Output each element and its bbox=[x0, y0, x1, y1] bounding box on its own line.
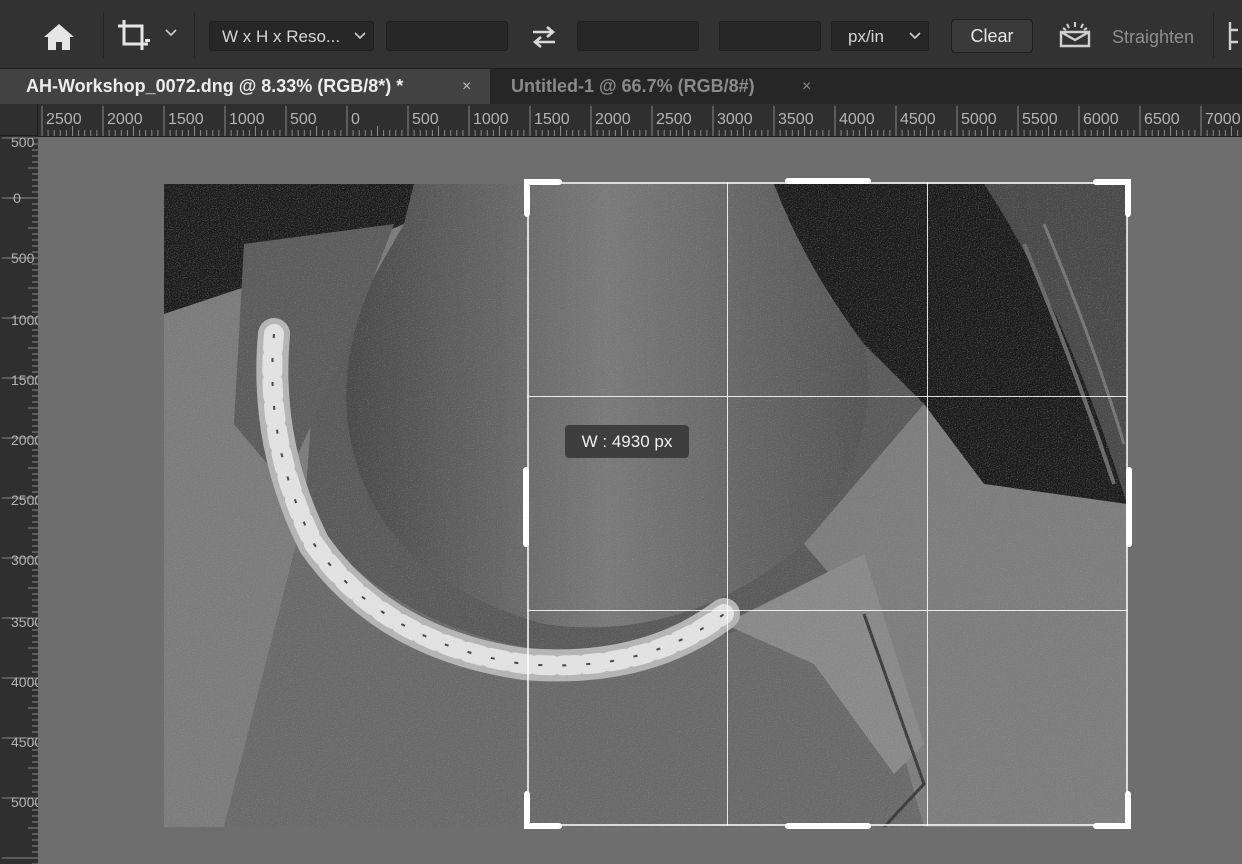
ruler-label: 3500 bbox=[778, 111, 814, 128]
crop-handle-bottom-left[interactable] bbox=[523, 790, 563, 830]
resolution-field[interactable] bbox=[719, 21, 821, 51]
units-value: px/in bbox=[848, 27, 884, 46]
ruler-ticks bbox=[41, 106, 1239, 136]
crop-icon bbox=[118, 20, 150, 50]
ruler-label: 1000 bbox=[229, 111, 265, 128]
ruler-label: 2500 bbox=[46, 111, 82, 128]
toolbar-divider bbox=[194, 12, 195, 58]
ruler-label: 2500 bbox=[11, 492, 38, 508]
home-icon bbox=[44, 24, 74, 50]
straighten-label[interactable]: Straighten bbox=[1112, 27, 1194, 48]
toolbar-divider bbox=[1213, 12, 1214, 58]
document-tab-bar: AH-Workshop_0072.dng @ 8.33% (RGB/8*) * … bbox=[0, 69, 1242, 104]
tab-untitled-1[interactable]: Untitled-1 @ 66.7% (RGB/8#) × bbox=[490, 69, 830, 104]
crop-handle-top-right[interactable] bbox=[1092, 178, 1132, 218]
ruler-label: 4500 bbox=[900, 111, 936, 128]
ruler-label: 1500 bbox=[11, 372, 38, 388]
ruler-label: 500 bbox=[412, 111, 439, 128]
ruler-label: 7000 bbox=[1205, 111, 1241, 128]
crop-grid-line bbox=[927, 182, 928, 826]
crop-size-tooltip: W : 4930 px bbox=[565, 425, 689, 458]
ruler-label: 2000 bbox=[595, 111, 631, 128]
ruler-label: 1000 bbox=[11, 312, 38, 328]
crop-handle-top-left[interactable] bbox=[523, 178, 563, 218]
ruler-label: 1500 bbox=[168, 111, 204, 128]
tab-label: Untitled-1 @ 66.7% (RGB/8#) bbox=[511, 76, 755, 96]
chevron-down-icon bbox=[165, 29, 177, 37]
crop-handle-right[interactable] bbox=[1126, 467, 1132, 547]
ruler-label: 2000 bbox=[11, 432, 38, 448]
horizontal-ruler[interactable]: 2500 2000 1500 1000 500 0 500 1000 1500 … bbox=[38, 104, 1242, 137]
straighten-icon[interactable] bbox=[1058, 20, 1092, 50]
options-bar: W x H x Reso... px/in Clear Straighten bbox=[0, 0, 1242, 69]
ruler-origin[interactable] bbox=[0, 104, 38, 136]
close-icon[interactable]: × bbox=[462, 69, 471, 104]
aspect-ratio-value: W x H x Reso... bbox=[222, 27, 341, 46]
crop-box[interactable] bbox=[523, 178, 1132, 829]
swap-icon[interactable] bbox=[529, 24, 559, 50]
ruler-label: 500 bbox=[290, 111, 317, 128]
ruler-label: 1000 bbox=[473, 111, 509, 128]
crop-handle-bottom-right[interactable] bbox=[1092, 790, 1132, 830]
ruler-label: 500 bbox=[11, 136, 35, 150]
chevron-down-icon bbox=[909, 32, 921, 40]
ruler-label: 2500 bbox=[656, 111, 692, 128]
ruler-label: 6000 bbox=[1083, 111, 1119, 128]
crop-tool-preset-button[interactable] bbox=[114, 16, 184, 54]
ruler-label: 4000 bbox=[11, 674, 38, 690]
crop-frame bbox=[527, 182, 1128, 826]
ruler-label: 0 bbox=[351, 111, 360, 128]
ruler-label: 500 bbox=[11, 250, 35, 266]
close-icon[interactable]: × bbox=[802, 69, 811, 104]
tab-label: AH-Workshop_0072.dng @ 8.33% (RGB/8*) * bbox=[26, 76, 404, 96]
ruler-label: 5000 bbox=[11, 794, 38, 810]
crop-handle-top[interactable] bbox=[785, 178, 871, 184]
ruler-label: 5000 bbox=[961, 111, 997, 128]
ruler-label: 4500 bbox=[11, 734, 38, 750]
height-field[interactable] bbox=[577, 21, 699, 51]
ruler-label: 3500 bbox=[11, 614, 38, 630]
crop-grid-line bbox=[527, 610, 1128, 611]
toolbar-divider bbox=[103, 12, 104, 58]
resolution-units-select[interactable]: px/in bbox=[831, 21, 929, 51]
ruler-label: 3000 bbox=[717, 111, 753, 128]
ruler-label: 6500 bbox=[1144, 111, 1180, 128]
ruler-label: 4000 bbox=[839, 111, 875, 128]
ruler-label: 5500 bbox=[1022, 111, 1058, 128]
clear-button[interactable]: Clear bbox=[951, 19, 1033, 53]
home-button[interactable] bbox=[40, 18, 78, 56]
overlay-options-icon[interactable] bbox=[1228, 20, 1238, 52]
crop-handle-left[interactable] bbox=[523, 467, 529, 547]
vertical-ruler[interactable]: 500 0 500 1000 1500 2000 2500 3000 3500 … bbox=[0, 136, 39, 864]
crop-grid-line bbox=[727, 182, 728, 826]
chevron-down-icon bbox=[354, 32, 366, 40]
ruler-label: 3000 bbox=[11, 552, 38, 568]
crop-handle-bottom[interactable] bbox=[785, 823, 871, 829]
width-field[interactable] bbox=[386, 21, 508, 51]
tab-ah-workshop[interactable]: AH-Workshop_0072.dng @ 8.33% (RGB/8*) * … bbox=[0, 69, 490, 104]
ruler-label: 1500 bbox=[534, 111, 570, 128]
crop-grid-line bbox=[527, 396, 1128, 397]
ruler-label: 0 bbox=[13, 190, 21, 206]
aspect-ratio-select[interactable]: W x H x Reso... bbox=[209, 21, 374, 51]
ruler-label: 2000 bbox=[107, 111, 143, 128]
